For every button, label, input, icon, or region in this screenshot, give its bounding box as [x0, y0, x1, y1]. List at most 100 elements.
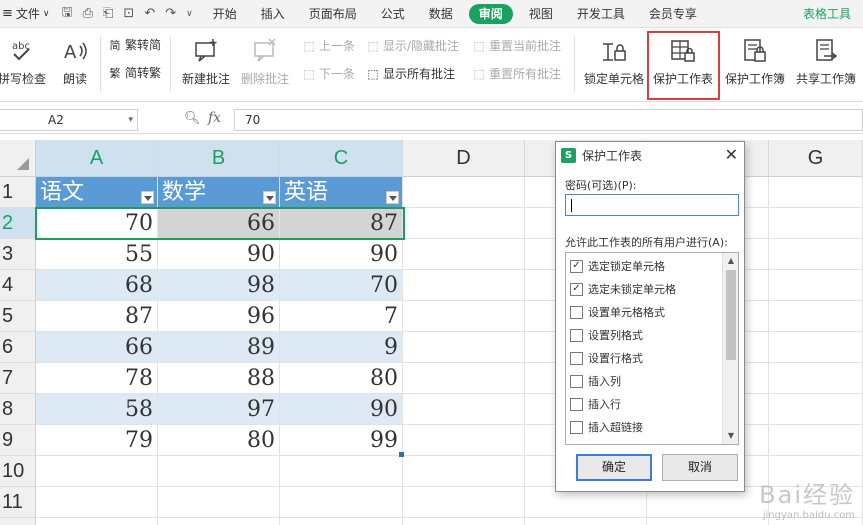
zoom-icon[interactable]: 🔍︎ — [184, 111, 201, 126]
permission-option[interactable]: 设置行格式 — [570, 348, 643, 368]
permission-option[interactable]: 设置列格式 — [570, 325, 643, 345]
row-header-8[interactable]: 8 — [0, 394, 36, 425]
file-menu[interactable]: ≡ 文件 ∨ — [0, 5, 54, 22]
table-resize-handle[interactable] — [399, 452, 404, 457]
checkbox-icon[interactable] — [570, 374, 583, 388]
row-header-5[interactable]: 5 — [0, 301, 36, 332]
row-header-4[interactable]: 4 — [0, 270, 36, 301]
cell-b4[interactable]: 98 — [158, 270, 280, 301]
checkbox-icon[interactable] — [570, 397, 583, 411]
list-scrollbar[interactable]: ▲ ▼ — [722, 253, 738, 444]
permission-option[interactable]: 插入超链接 — [570, 417, 643, 437]
cell-g5[interactable] — [769, 301, 863, 332]
row-header-2[interactable]: 2 — [0, 208, 36, 239]
cell-d8[interactable] — [403, 394, 525, 425]
row-header-9[interactable]: 9 — [0, 425, 36, 456]
cell-d11[interactable] — [403, 487, 525, 518]
cell-a10[interactable] — [36, 456, 158, 487]
cell-c12[interactable] — [280, 518, 403, 525]
row-header-12[interactable]: 12 — [0, 518, 36, 525]
cell-b7[interactable]: 88 — [158, 363, 280, 394]
cell-c8[interactable]: 90 — [280, 394, 403, 425]
tab-data[interactable]: 数据 — [417, 0, 465, 28]
cell-d5[interactable] — [403, 301, 525, 332]
row-header-1[interactable]: 1 — [0, 177, 36, 208]
tab-view[interactable]: 视图 — [517, 0, 565, 28]
cell-b5[interactable]: 96 — [158, 301, 280, 332]
cell-b3[interactable]: 90 — [158, 239, 280, 270]
permission-option[interactable]: 插入列 — [570, 371, 621, 391]
row-header-10[interactable]: 10 — [0, 456, 36, 487]
cell-c4[interactable]: 70 — [280, 270, 403, 301]
formula-input[interactable]: 70 — [234, 109, 863, 131]
cell-d3[interactable] — [403, 239, 525, 270]
cell-g2[interactable] — [769, 208, 863, 239]
password-input[interactable] — [566, 195, 738, 215]
fx-icon[interactable]: fx — [208, 110, 221, 126]
checkbox-checked-icon[interactable]: ✓ — [570, 282, 583, 296]
cell-a11[interactable] — [36, 487, 158, 518]
show-all-comments-button[interactable]: ⬚ 显示所有批注 — [366, 65, 455, 82]
cancel-button[interactable]: 取消 — [662, 454, 738, 481]
row-header-6[interactable]: 6 — [0, 332, 36, 363]
column-header-c[interactable]: C — [280, 140, 403, 177]
checkbox-icon[interactable] — [570, 351, 583, 365]
tab-page-layout[interactable]: 页面布局 — [297, 0, 369, 28]
cell-a8[interactable]: 58 — [36, 394, 158, 425]
scroll-thumb[interactable] — [726, 270, 736, 360]
tab-formulas[interactable]: 公式 — [369, 0, 417, 28]
tab-home[interactable]: 开始 — [201, 0, 249, 28]
new-comment-button[interactable]: 新建批注 — [182, 38, 230, 87]
print-preview-icon[interactable]: ⊡ — [123, 6, 134, 21]
cell-c6[interactable]: 9 — [280, 332, 403, 363]
cell-g8[interactable] — [769, 394, 863, 425]
filter-dropdown-icon[interactable] — [263, 191, 276, 204]
filter-dropdown-icon[interactable] — [386, 191, 399, 204]
cell-b11[interactable] — [158, 487, 280, 518]
cell-b6[interactable]: 89 — [158, 332, 280, 363]
row-header-7[interactable]: 7 — [0, 363, 36, 394]
cell-d1[interactable] — [403, 177, 525, 208]
cell-b9[interactable]: 80 — [158, 425, 280, 456]
tab-review[interactable]: 审阅 — [468, 3, 513, 24]
prev-comment-button[interactable]: ⬚ 上一条 — [302, 37, 355, 54]
column-header-a[interactable]: A — [36, 140, 158, 177]
select-all-corner[interactable] — [0, 140, 36, 177]
delete-comment-button[interactable]: 删除批注 — [241, 38, 289, 87]
cell-d4[interactable] — [403, 270, 525, 301]
cell-b1[interactable]: 数学 — [158, 177, 280, 208]
cell-a1[interactable]: 语文 — [36, 177, 158, 208]
cell-d7[interactable] — [403, 363, 525, 394]
reset-current-comment-button[interactable]: ⬚ 重置当前批注 — [472, 37, 561, 54]
cell-g3[interactable] — [769, 239, 863, 270]
cell-d6[interactable] — [403, 332, 525, 363]
cell-c3[interactable]: 90 — [280, 239, 403, 270]
trad-to-simp-button[interactable]: 简 繁转简 — [108, 36, 162, 53]
cell-a5[interactable]: 87 — [36, 301, 158, 332]
permission-option[interactable]: 设置单元格格式 — [570, 302, 665, 322]
cell-d12[interactable] — [403, 518, 525, 525]
checkbox-icon[interactable] — [570, 305, 583, 319]
cell-g9[interactable] — [769, 425, 863, 456]
name-box[interactable]: A2 ▾ — [0, 109, 138, 131]
tab-table-tools[interactable]: 表格工具 — [791, 0, 863, 28]
permissions-list[interactable]: ▲ ▼ ✓ 选定锁定单元格 ✓ 选定未锁定单元格 设置单元格格式 设置列格式 设置行格式 插入… — [565, 252, 739, 445]
cell-a6[interactable]: 66 — [36, 332, 158, 363]
protect-workbook-button[interactable]: 保护工作簿 — [725, 38, 785, 87]
checkbox-checked-icon[interactable]: ✓ — [570, 259, 583, 273]
spellcheck-button[interactable]: abc 拼写检查 — [0, 38, 46, 87]
chevron-down-icon[interactable]: ▾ — [128, 110, 133, 130]
show-hide-comment-button[interactable]: ⬚ 显示/隐藏批注 — [366, 37, 459, 54]
close-icon[interactable]: ✕ — [725, 145, 738, 164]
column-header-d[interactable]: D — [403, 140, 525, 177]
cell-e12[interactable] — [525, 518, 647, 525]
scroll-up-icon[interactable]: ▲ — [723, 253, 738, 269]
scroll-down-icon[interactable]: ▼ — [723, 428, 738, 444]
tab-developer[interactable]: 开发工具 — [565, 0, 637, 28]
cell-c7[interactable]: 80 — [280, 363, 403, 394]
checkbox-icon[interactable] — [570, 328, 583, 342]
cell-a9[interactable]: 79 — [36, 425, 158, 456]
cell-c1[interactable]: 英语 — [280, 177, 403, 208]
column-header-g[interactable]: G — [769, 140, 863, 177]
cell-d10[interactable] — [403, 456, 525, 487]
